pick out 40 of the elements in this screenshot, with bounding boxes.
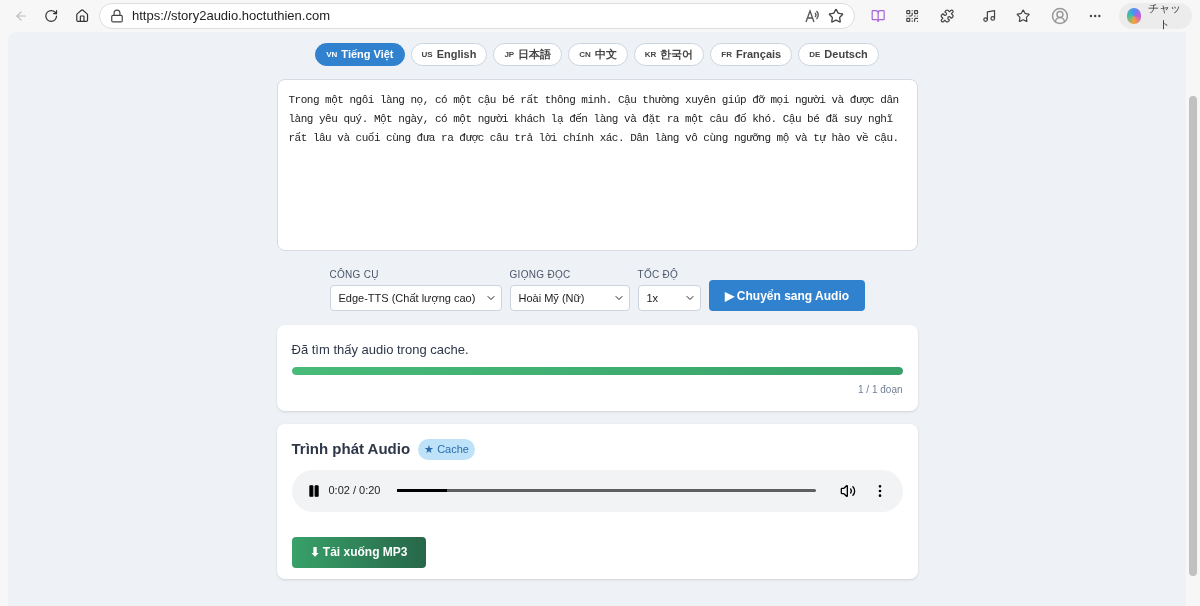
convert-button[interactable]: ▶ Chuyển sang Audio [708,280,866,311]
control-label: CÔNG CỤ [329,267,380,282]
favorites-icon[interactable] [1016,8,1031,24]
reload-icon[interactable] [44,8,59,24]
extensions-icon[interactable] [939,8,954,24]
language-tab[interactable]: CN 中文 [568,43,628,66]
address-bar[interactable]: https://story2audio.hoctuthien.com [99,3,855,29]
language-tab[interactable]: DE Deutsch [798,43,879,66]
language-tab[interactable]: VN Tiếng Việt [315,43,405,66]
pause-icon[interactable] [306,483,321,498]
dropdown[interactable]: Edge-TTS (Chất lượng cao) [329,285,502,311]
download-button[interactable]: ⬇ Tải xuống MP3 [291,536,426,568]
status-message: Đã tìm thấy audio trong cache. [291,341,470,359]
language-tab[interactable]: JP 日本語 [493,43,563,66]
profile-icon[interactable] [1050,6,1069,26]
volume-icon[interactable] [839,482,856,499]
language-tab[interactable]: FR Français [710,43,793,66]
control-label: GIỌNG ĐỌC [509,268,572,282]
qr-code-icon[interactable] [905,8,920,24]
lock-icon [110,9,124,23]
cache-badge: ★ Cache [418,439,475,460]
favorite-icon[interactable] [827,8,844,24]
player-title: Trình phát Audio [291,439,411,459]
language-tab[interactable]: US English [410,43,488,66]
scrollbar[interactable] [1186,32,1200,606]
control-label: TỐC ĐỘ [637,267,680,282]
home-icon[interactable] [74,8,89,24]
seek-track[interactable] [396,489,816,492]
segment-count: 1 / 1 đoạn [857,382,903,397]
time-display: 0:02 / 0:20 [328,483,381,499]
dropdown[interactable]: Hoài Mỹ (Nữ) [509,285,630,311]
language-tab[interactable]: KR 한국어 [633,43,705,66]
music-icon[interactable] [981,8,997,24]
read-aloud-icon[interactable] [803,8,820,24]
story-text-area[interactable]: Trong một ngôi làng nọ, có một cậu bé rất thông minh. Cậu thường xuyên giúp đỡ mọi người và được dân làng yêu quý. Một ngày, có một người khách lạ đến làng và đặt ra một câu đố khó. Cậu bé đã suy nghĩ rất lâu và cuối cùng đưa ra được câu trả lời chính xác. Dân làng vô cùng ngưỡng mộ và tự hào về cậu. [276,79,918,251]
chat-button[interactable]: チャット [1118,3,1193,29]
book-icon[interactable] [870,8,886,24]
audio-player[interactable]: 0:02 / 0:20 [291,469,903,512]
url-text: https://story2audio.hoctuthien.com [132,7,331,26]
dropdown[interactable]: 1x [637,285,701,311]
